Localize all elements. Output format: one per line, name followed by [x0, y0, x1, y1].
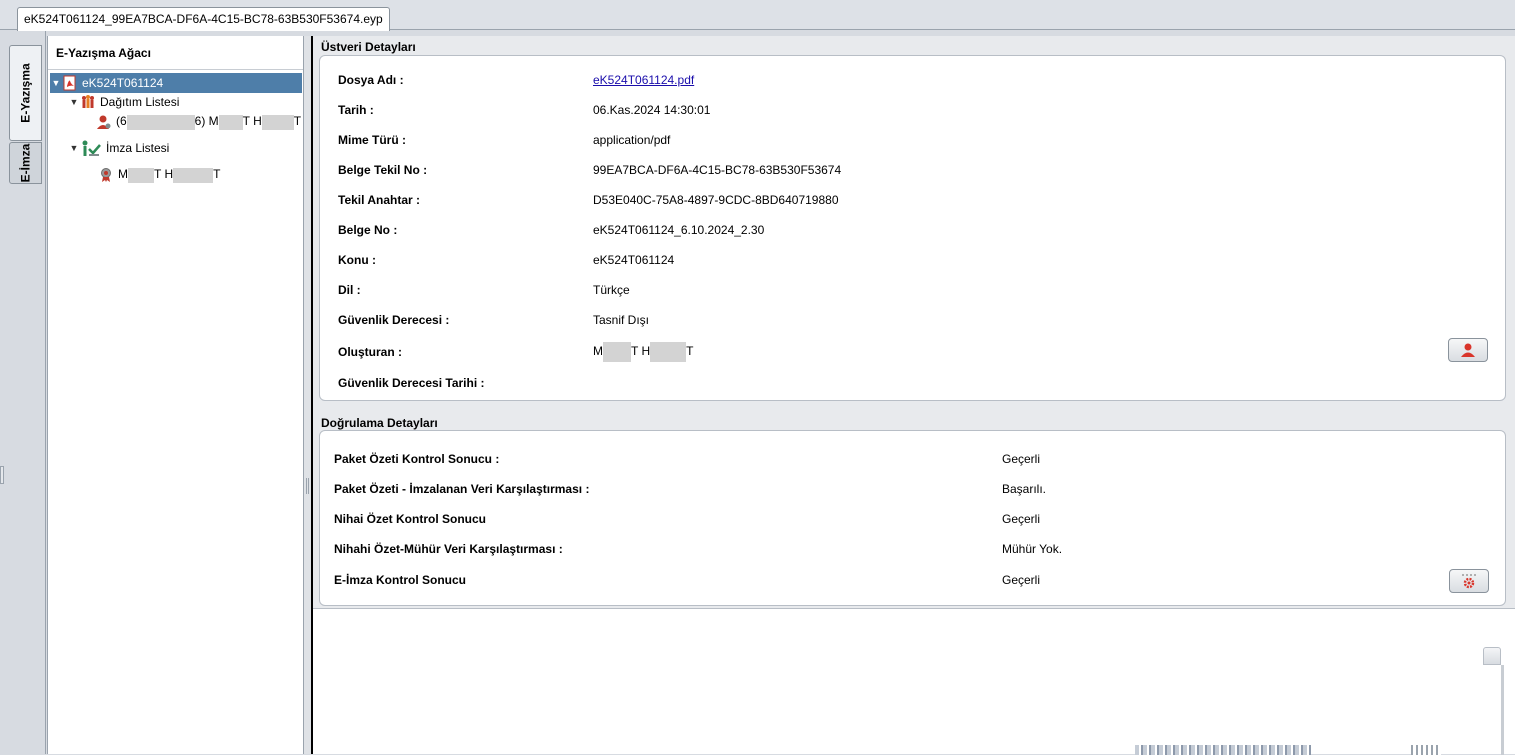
metadata-group: Dosya Adı : eK524T061124.pdf Tarih : 06.… [319, 55, 1506, 401]
verification-section-title: Doğrulama Detayları [321, 416, 438, 430]
splitter-grip[interactable] [306, 478, 309, 494]
collapse-icon[interactable]: ▼ [68, 97, 80, 107]
tree-node-root-label: eK524T061124 [82, 76, 164, 90]
field-label-signature-check: E-İmza Kontrol Sonucu [334, 573, 466, 587]
field-label-mime: Mime Türü : [338, 133, 406, 147]
field-value-mime: application/pdf [593, 133, 671, 147]
field-value-date: 06.Kas.2024 14:30:01 [593, 103, 711, 117]
field-value-language: Türkçe [593, 283, 630, 297]
tab-e-yazisma[interactable]: E-Yazışma [9, 45, 42, 141]
field-value-package-signed-compare: Başarılı. [1002, 482, 1047, 496]
field-value-final-digest: Geçerli [1002, 512, 1041, 526]
side-panel-grip[interactable] [0, 466, 4, 484]
field-value-unique-key: D53E040C-75A8-4897-9CDC-8BD640719880 [593, 193, 839, 207]
field-value-final-seal-compare: Mühür Yok. [1002, 542, 1063, 556]
field-label-security-level: Güvenlik Derecesi : [338, 313, 450, 327]
group-icon [80, 94, 96, 110]
field-label-unique-key: Tekil Anahtar : [338, 193, 421, 207]
document-tab-strip: eK524T061124_99EA7BCA-DF6A-4C15-BC78-63B… [0, 0, 1515, 31]
creator-details-button[interactable] [1448, 338, 1488, 362]
tree-header: E-Yazışma Ağacı [48, 36, 303, 70]
field-label-subject: Konu : [338, 253, 376, 267]
field-label-file-name: Dosya Adı : [338, 73, 404, 87]
verification-group: Paket Özeti Kontrol Sonucu : Geçerli Pak… [319, 430, 1506, 606]
field-label-creator: Oluşturan : [338, 345, 403, 359]
distribution-item-label: (6 6) MT HT [116, 114, 302, 130]
signature-item-label: MT HT [118, 167, 221, 183]
user-icon [96, 114, 112, 130]
field-label-date: Tarih : [338, 103, 374, 117]
file-name-link[interactable]: eK524T061124.pdf [593, 73, 694, 87]
side-tab-strip: E-Yazışma E-İmza [0, 31, 46, 754]
user-icon [1461, 343, 1475, 357]
field-value-document-no: eK524T061124_6.10.2024_2.30 [593, 223, 765, 237]
field-label-package-signed-compare: Paket Özeti - İmzalanan Veri Karşılaştır… [334, 482, 590, 496]
tab-e-imza-label: E-İmza [18, 143, 33, 183]
signature-details-button[interactable] [1449, 569, 1489, 593]
field-label-final-seal-compare: Nihahi Özet-Mühür Veri Karşılaştırması : [334, 542, 563, 556]
field-value-subject: eK524T061124 [593, 253, 675, 267]
preview-scrollbar[interactable] [1501, 665, 1504, 755]
gear-icon [1462, 574, 1476, 589]
tab-e-yazisma-label: E-Yazışma [18, 63, 33, 123]
field-value-creator: MT HT [593, 342, 693, 362]
pdf-icon [62, 75, 78, 91]
document-tab[interactable]: eK524T061124_99EA7BCA-DF6A-4C15-BC78-63B… [17, 7, 390, 31]
signature-list-icon [80, 140, 102, 156]
field-label-package-digest: Paket Özeti Kontrol Sonucu : [334, 452, 500, 466]
details-panel: Üstveri Detayları Dosya Adı : eK524T0611… [311, 36, 1515, 755]
document-preview[interactable] [313, 608, 1515, 755]
field-label-language: Dil : [338, 283, 361, 297]
field-value-document-unique-no: 99EA7BCA-DF6A-4C15-BC78-63B530F53674 [593, 163, 842, 177]
tree-node-root[interactable]: ▼ eK524T061124 [50, 73, 302, 93]
collapse-icon[interactable]: ▼ [50, 78, 62, 88]
tree-panel: E-Yazışma Ağacı ▼ eK524T061124 ▼ Dağıtım… [47, 36, 304, 754]
field-label-security-level-date: Güvenlik Derecesi Tarihi : [338, 376, 485, 390]
field-value-signature-check: Geçerli [1002, 573, 1041, 587]
metadata-section-title: Üstveri Detayları [321, 40, 416, 54]
panel-splitter[interactable] [304, 36, 311, 754]
field-label-document-unique-no: Belge Tekil No : [338, 163, 428, 177]
tab-e-imza[interactable]: E-İmza [9, 142, 42, 184]
tree-node-signature-item[interactable]: MT HT [98, 165, 220, 185]
collapse-icon[interactable]: ▼ [68, 143, 80, 153]
tree-node-distribution-item[interactable]: (6 6) MT HT [96, 112, 301, 132]
award-icon [98, 167, 114, 183]
tree-node-distribution-list[interactable]: ▼ Dağıtım Listesi [68, 92, 179, 112]
field-label-document-no: Belge No : [338, 223, 398, 237]
tree-node-signature-list[interactable]: ▼ İmza Listesi [68, 138, 169, 158]
preview-scroll-button[interactable] [1483, 647, 1501, 665]
tree-node-distribution-list-label: Dağıtım Listesi [100, 95, 180, 109]
field-value-security-level: Tasnif Dışı [593, 313, 650, 327]
field-label-final-digest: Nihai Özet Kontrol Sonucu [334, 512, 486, 526]
field-value-package-digest: Geçerli [1002, 452, 1041, 466]
tree-node-signature-list-label: İmza Listesi [106, 141, 170, 155]
